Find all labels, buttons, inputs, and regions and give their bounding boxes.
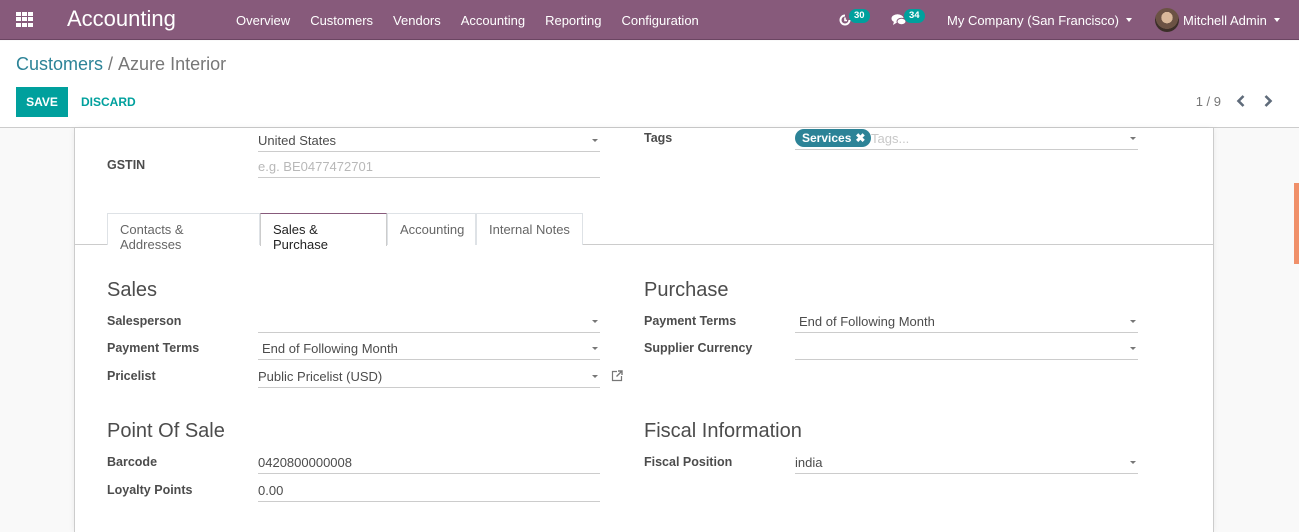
gstin-placeholder: e.g. BE0477472701 <box>258 159 373 174</box>
chevron-down-icon <box>1273 18 1280 22</box>
dropdown-caret-icon <box>1130 137 1136 140</box>
notebook-tabs: Contacts & Addresses Sales & Purchase Ac… <box>75 212 1213 252</box>
dropdown-caret-icon <box>592 139 598 142</box>
country-value: United States <box>258 133 337 148</box>
dropdown-caret-icon <box>592 320 598 323</box>
control-panel: Customers / Azure Interior SAVE DISCARD 1 … <box>0 41 1299 128</box>
pager-previous-button[interactable] <box>1231 91 1251 111</box>
dropdown-caret-icon <box>592 375 598 378</box>
salesperson-label: Salesperson <box>107 314 182 328</box>
menu-customers[interactable]: Customers <box>300 13 383 28</box>
user-name: Mitchell Admin <box>1183 12 1267 28</box>
purchase-heading: Purchase <box>644 279 729 301</box>
supplier-currency-label: Supplier Currency <box>644 341 753 355</box>
purchase-payment-terms-select[interactable]: End of Following Month <box>795 311 1138 333</box>
menu-reporting[interactable]: Reporting <box>535 13 611 28</box>
loyalty-points-input[interactable]: 0.00 <box>258 480 600 502</box>
remove-tag-icon[interactable]: ✖ <box>855 131 865 145</box>
menu-overview[interactable]: Overview <box>226 13 300 28</box>
apps-menu-icon[interactable] <box>16 12 33 27</box>
breadcrumb-current: Azure Interior <box>118 54 227 74</box>
save-button[interactable]: SAVE <box>16 87 68 117</box>
main-menu: Overview Customers Vendors Accounting Re… <box>226 0 709 40</box>
fiscal-position-label: Fiscal Position <box>644 455 733 469</box>
sales-heading: Sales <box>107 279 158 301</box>
tag-label: Services <box>802 131 852 145</box>
menu-vendors[interactable]: Vendors <box>383 13 451 28</box>
chevron-down-icon <box>1125 18 1132 22</box>
fiscal-position-select[interactable]: india <box>795 452 1138 474</box>
user-menu[interactable]: Mitchell Admin <box>1155 0 1280 40</box>
tags-input[interactable]: Services ✖ Tags... <box>795 128 1138 150</box>
tab-contacts-addresses[interactable]: Contacts & Addresses <box>107 213 260 252</box>
purchase-payment-terms-value: End of Following Month <box>799 314 935 329</box>
dropdown-caret-icon <box>592 347 598 350</box>
messages-count-badge: 34 <box>904 9 925 23</box>
tag-services: Services ✖ <box>795 129 872 147</box>
external-link-icon[interactable] <box>610 369 624 383</box>
supplier-currency-select[interactable] <box>795 338 1138 360</box>
loyalty-points-label: Loyalty Points <box>107 483 193 497</box>
dropdown-caret-icon <box>1130 461 1136 464</box>
loyalty-points-value: 0.00 <box>258 483 284 498</box>
pager-value: 1 / 9 <box>1195 94 1221 109</box>
pricelist-value: Public Pricelist (USD) <box>258 369 383 384</box>
pricelist-select[interactable]: Public Pricelist (USD) <box>258 366 600 388</box>
activity-menu[interactable]: 30 <box>838 0 870 40</box>
chevron-right-icon <box>1264 95 1273 107</box>
sales-payment-terms-value: End of Following Month <box>262 341 398 356</box>
salesperson-select[interactable] <box>258 311 600 333</box>
company-name: My Company (San Francisco) <box>947 12 1119 28</box>
barcode-input[interactable]: 0420800000008 <box>258 452 600 474</box>
tags-label: Tags <box>644 131 673 145</box>
tab-accounting[interactable]: Accounting <box>387 213 476 245</box>
form-sheet: United States GSTIN e.g. BE0477472701 Ta… <box>74 128 1214 532</box>
pager-next-button[interactable] <box>1258 91 1278 111</box>
menu-accounting[interactable]: Accounting <box>451 13 535 28</box>
sales-payment-terms-label: Payment Terms <box>107 341 200 355</box>
point-of-sale-heading: Point Of Sale <box>107 420 225 442</box>
chevron-left-icon <box>1236 95 1245 107</box>
app-title: Accounting <box>67 6 176 31</box>
barcode-value: 0420800000008 <box>258 455 352 470</box>
gstin-label: GSTIN <box>107 158 146 172</box>
breadcrumb-separator: / <box>108 54 114 74</box>
menu-configuration[interactable]: Configuration <box>611 13 708 28</box>
messages-menu[interactable]: 34 <box>891 0 925 40</box>
tab-internal-notes[interactable]: Internal Notes <box>476 213 583 245</box>
fiscal-position-value: india <box>795 455 823 470</box>
fiscal-information-heading: Fiscal Information <box>644 420 802 442</box>
activity-count-badge: 30 <box>849 9 870 23</box>
breadcrumb: Customers / Azure Interior <box>16 54 226 75</box>
discard-button[interactable]: DISCARD <box>75 87 142 117</box>
breadcrumb-customers[interactable]: Customers <box>16 54 103 74</box>
purchase-payment-terms-label: Payment Terms <box>644 314 737 328</box>
barcode-label: Barcode <box>107 455 158 469</box>
tab-sales-purchase[interactable]: Sales & Purchase <box>260 213 387 252</box>
top-navbar: Accounting Overview Customers Vendors Ac… <box>0 0 1299 40</box>
tags-placeholder: Tags... <box>871 131 910 146</box>
dropdown-caret-icon <box>1130 320 1136 323</box>
country-select[interactable]: United States <box>258 130 600 152</box>
user-avatar <box>1155 8 1179 32</box>
sales-payment-terms-select[interactable]: End of Following Month <box>258 338 600 360</box>
company-switcher[interactable]: My Company (San Francisco) <box>947 0 1132 40</box>
dropdown-caret-icon <box>1130 347 1136 350</box>
gstin-input[interactable]: e.g. BE0477472701 <box>258 156 600 178</box>
pricelist-label: Pricelist <box>107 369 156 383</box>
scrollbar-thumb[interactable] <box>1294 183 1299 264</box>
